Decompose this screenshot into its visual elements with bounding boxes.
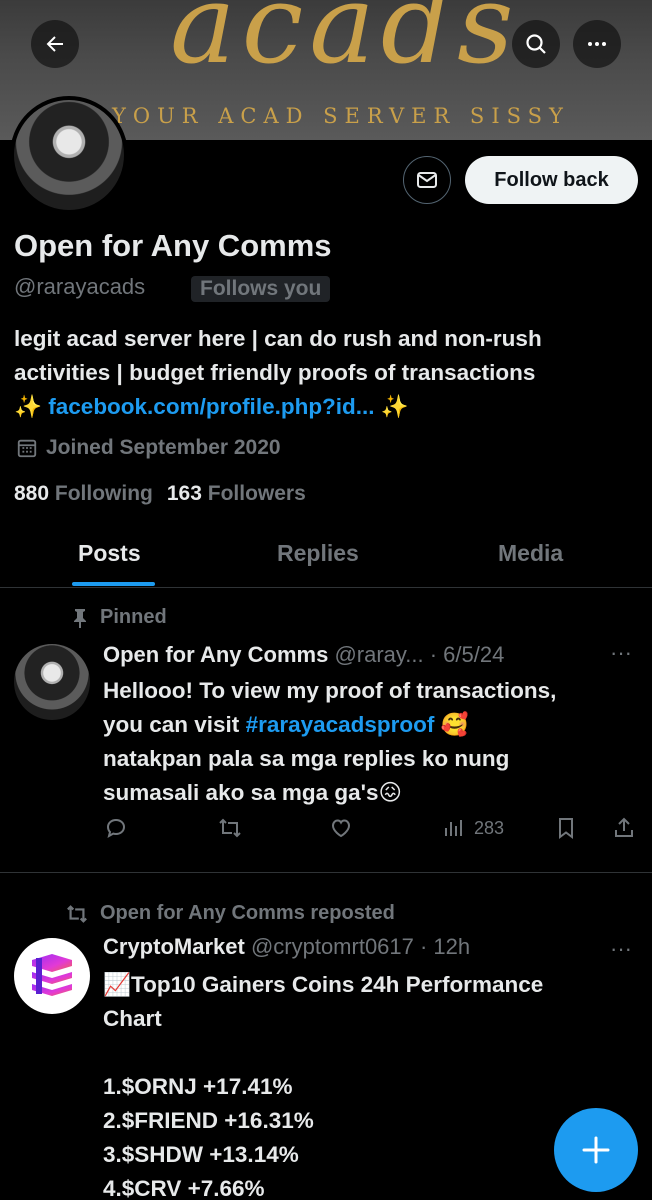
repost-icon — [67, 904, 87, 923]
follows-you-badge: Follows you — [191, 276, 331, 302]
pinned-label: Pinned — [100, 606, 167, 628]
sparkle-emoji: ✨ — [380, 394, 409, 419]
profile-tabs: Posts Replies Media — [0, 528, 652, 588]
pinned-indicator: Pinned — [72, 606, 167, 629]
reply-button[interactable] — [104, 816, 128, 840]
smile-hearts-emoji: 🥰 — [434, 712, 469, 737]
repost-indicator: Open for Any Comms reposted — [64, 902, 395, 925]
hashtag-link[interactable]: #rarayacadsproof — [246, 712, 435, 737]
follow-stats: 880 Following 163 Followers — [14, 482, 306, 506]
tab-posts[interactable]: Posts — [78, 540, 141, 567]
more-icon — [588, 42, 606, 46]
post-line-text: Top10 Gainers Coins 24h Performance — [131, 972, 544, 997]
following-link[interactable]: 880 Following — [14, 482, 153, 506]
post-text: Hellooo! To view my proof of transaction… — [103, 674, 643, 810]
bio-link-line: ✨ facebook.com/profile.php?id... ✨ — [14, 390, 644, 424]
post-line: sumasali ako sa mga ga's😖 — [103, 776, 643, 810]
active-tab-indicator — [72, 582, 155, 586]
joined-text: Joined September 2020 — [46, 436, 281, 459]
sparkle-emoji: ✨ — [14, 394, 43, 419]
followers-count: 163 — [166, 482, 202, 505]
following-label: Following — [54, 482, 153, 505]
profile-avatar[interactable] — [10, 96, 128, 214]
post-author-name[interactable]: Open for Any Comms — [103, 642, 328, 667]
reply-icon — [106, 818, 126, 839]
repost-label[interactable]: Open for Any Comms reposted — [100, 902, 395, 925]
bio-line: legit acad server here | can do rush and… — [14, 326, 542, 351]
bio-link[interactable]: facebook.com/profile.php?id... — [48, 394, 374, 419]
repost-author-name[interactable]: CryptoMarket — [103, 934, 245, 959]
pin-icon — [74, 608, 86, 628]
followers-link[interactable]: 163 Followers — [167, 482, 306, 506]
repost-header: CryptoMarket @cryptomrt0617 · 12h — [103, 934, 470, 960]
joined-date: Joined September 2020 — [16, 436, 281, 460]
post-line: 📈Top10 Gainers Coins 24h Performance — [103, 968, 633, 1002]
bookmark-button[interactable] — [554, 816, 578, 840]
cryptomarket-avatar[interactable] — [14, 938, 90, 1014]
repost-icon — [219, 818, 241, 838]
search-button[interactable] — [512, 20, 560, 68]
message-button[interactable] — [403, 156, 451, 204]
following-count: 880 — [14, 482, 50, 505]
followers-label: Followers — [207, 482, 306, 505]
back-button[interactable] — [31, 20, 79, 68]
list-item: 4.$CRV +7.66% — [103, 1176, 265, 1200]
plus-icon — [582, 1136, 610, 1164]
views-count: 283 — [474, 817, 505, 838]
post-line: you can visit #rarayacadsproof 🥰 — [103, 708, 643, 742]
tab-replies[interactable]: Replies — [277, 540, 359, 567]
post-line: Chart — [103, 1006, 162, 1031]
share-icon — [615, 817, 633, 837]
repost-more-button[interactable]: ··· — [610, 936, 632, 962]
confounded-emoji: 😖 — [378, 780, 402, 805]
repost-button[interactable] — [217, 816, 243, 840]
calendar-icon — [17, 439, 37, 458]
share-button[interactable] — [612, 816, 636, 840]
repost-handle-date: @cryptomrt0617 · 12h — [250, 934, 471, 959]
heart-icon — [331, 819, 351, 838]
post-header: Open for Any Comms @raray... · 6/5/24 — [103, 642, 504, 668]
follow-back-button[interactable]: Follow back — [465, 156, 638, 204]
chart-increasing-emoji: 📈 — [103, 972, 132, 997]
banner-script-text: acads — [170, 0, 520, 88]
more-options-button[interactable] — [573, 20, 621, 68]
back-arrow-icon — [46, 36, 63, 52]
profile-display-name: Open for Any Comms — [14, 228, 332, 263]
search-icon — [526, 34, 546, 54]
post-line-text: sumasali ako sa mga ga's — [103, 780, 379, 805]
cryptomarket-logo-icon — [32, 954, 72, 996]
bio-line: activities | budget friendly proofs of t… — [14, 360, 536, 385]
like-button[interactable] — [329, 816, 353, 840]
tab-media[interactable]: Media — [498, 540, 563, 567]
post-line: natakpan pala sa mga replies ko nung — [103, 746, 510, 771]
envelope-icon — [417, 172, 437, 188]
compose-button[interactable] — [554, 1108, 638, 1192]
post-divider — [0, 872, 652, 873]
list-item: 2.$FRIEND +16.31% — [103, 1108, 314, 1133]
views-icon — [445, 820, 462, 836]
post-actions: 283 — [0, 812, 652, 852]
views-button[interactable]: 283 — [442, 816, 504, 840]
banner-tagline: YOUR ACAD SERVER SISSY — [112, 104, 570, 128]
list-item: 1.$ORNJ +17.41% — [103, 1074, 293, 1099]
post-line: Hellooo! To view my proof of transaction… — [103, 678, 557, 703]
profile-handle: @rarayacads — [14, 274, 146, 299]
post-avatar[interactable] — [14, 644, 90, 720]
post-line-text: you can visit — [103, 712, 246, 737]
repost-text: 📈Top10 Gainers Coins 24h Performance Cha… — [103, 968, 633, 1200]
profile-bio: legit acad server here | can do rush and… — [14, 322, 644, 424]
bookmark-icon — [559, 818, 573, 839]
post-handle-date: @raray... · 6/5/24 — [334, 642, 505, 667]
post-more-button[interactable]: ··· — [610, 640, 632, 666]
